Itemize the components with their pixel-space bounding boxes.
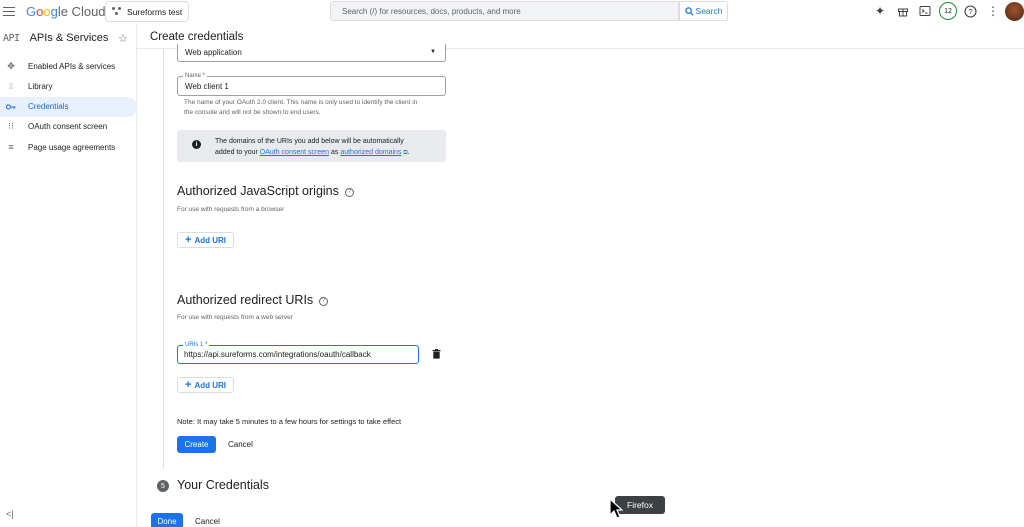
project-dots-icon bbox=[112, 7, 121, 16]
propagation-note: Note: It may take 5 minutes to a few hou… bbox=[177, 417, 402, 426]
search-icon bbox=[684, 6, 694, 16]
help-circle-icon[interactable]: ? bbox=[344, 187, 354, 197]
add-redirect-uri-button[interactable]: + Add URI bbox=[177, 377, 234, 393]
search-input[interactable]: Search (/) for resources, docs, products… bbox=[330, 1, 679, 21]
name-help-text: The name of your OAuth 2.0 client. This … bbox=[184, 99, 418, 116]
sidebar-item-oauth-consent[interactable]: ⁝⁝ OAuth consent screen bbox=[0, 117, 136, 137]
avatar[interactable] bbox=[1005, 2, 1024, 21]
help-icon[interactable]: ? bbox=[962, 3, 978, 19]
key-icon bbox=[6, 102, 16, 112]
js-origins-heading: Authorized JavaScript origins? bbox=[177, 184, 354, 198]
sidebar-item-page-usage[interactable]: ≡ Page usage agreements bbox=[0, 137, 136, 157]
plus-icon: + bbox=[185, 379, 192, 391]
redirect-uris-heading: Authorized redirect URIs? bbox=[177, 293, 329, 307]
application-type-select[interactable]: Web application ▼ bbox=[177, 44, 446, 62]
star-icon[interactable]: ☆ bbox=[118, 32, 128, 45]
api-badge-icon: API bbox=[3, 32, 20, 44]
page-title: Create credentials bbox=[150, 31, 244, 43]
hamburger-menu-icon[interactable] bbox=[3, 4, 15, 20]
authorized-domains-link[interactable]: authorized domains bbox=[340, 149, 401, 156]
create-button[interactable]: Create bbox=[177, 436, 216, 453]
top-bar: Google Cloud Sureforms test Search (/) f… bbox=[0, 0, 1024, 24]
sidebar-item-credentials[interactable]: Credentials bbox=[0, 96, 137, 117]
sidebar-header: API APIs & Services ☆ bbox=[0, 24, 136, 52]
domains-info-box: i The domains of the URIs you add below … bbox=[177, 130, 446, 162]
plus-icon: + bbox=[185, 234, 192, 246]
mouse-cursor-icon bbox=[609, 498, 623, 519]
delete-icon[interactable] bbox=[432, 349, 441, 359]
notifications-badge[interactable]: 12 bbox=[939, 2, 957, 20]
consent-icon: ⁝⁝ bbox=[8, 121, 14, 132]
hub-icon: ✥ bbox=[7, 60, 15, 71]
svg-text:?: ? bbox=[968, 7, 972, 16]
dropdown-arrow-icon: ▼ bbox=[430, 49, 436, 55]
cloud-shell-icon[interactable] bbox=[917, 3, 933, 19]
sidebar-item-enabled-apis[interactable]: ✥ Enabled APIs & services bbox=[0, 56, 136, 76]
search-button[interactable]: Search bbox=[679, 1, 728, 21]
more-vert-icon[interactable]: ⋮ bbox=[985, 3, 1001, 19]
project-picker-button[interactable]: Sureforms test bbox=[105, 1, 189, 22]
sidebar-title[interactable]: APIs & Services bbox=[30, 32, 109, 44]
js-origins-subtitle: For use with requests from a browser bbox=[177, 206, 285, 213]
sidebar: API APIs & Services ☆ ✥ Enabled APIs & s… bbox=[0, 24, 137, 527]
sidebar-item-library[interactable]: ⦙⦙ Library bbox=[0, 76, 136, 96]
stepper-line bbox=[163, 49, 164, 468]
help-circle-icon[interactable]: ? bbox=[319, 296, 329, 306]
name-field[interactable]: Name * Web client 1 bbox=[177, 72, 446, 96]
project-name: Sureforms test bbox=[127, 6, 183, 17]
your-credentials-heading: Your Credentials bbox=[177, 478, 269, 492]
redirect-uri-1-field[interactable]: URIs 1 * https://api.sureforms.com/integ… bbox=[177, 341, 419, 364]
settings-list-icon: ≡ bbox=[8, 142, 14, 153]
redirect-uris-subtitle: For use with requests from a web server bbox=[177, 314, 293, 321]
gemini-sparkle-icon[interactable]: ✦ bbox=[872, 3, 888, 19]
cancel-button[interactable]: Cancel bbox=[228, 440, 253, 449]
add-js-origin-uri-button[interactable]: + Add URI bbox=[177, 232, 234, 248]
oauth-consent-screen-link[interactable]: OAuth consent screen bbox=[260, 149, 329, 156]
step-number-badge: 5 bbox=[157, 480, 169, 492]
collapse-sidebar-icon[interactable]: <| bbox=[6, 509, 14, 519]
google-cloud-logo[interactable]: Google Cloud bbox=[26, 4, 106, 19]
info-icon: i bbox=[192, 140, 201, 149]
library-icon: ⦙⦙ bbox=[8, 80, 14, 91]
cancel-credentials-button[interactable]: Cancel bbox=[195, 517, 220, 526]
gift-icon[interactable] bbox=[895, 3, 911, 19]
done-button[interactable]: Done bbox=[151, 513, 183, 527]
